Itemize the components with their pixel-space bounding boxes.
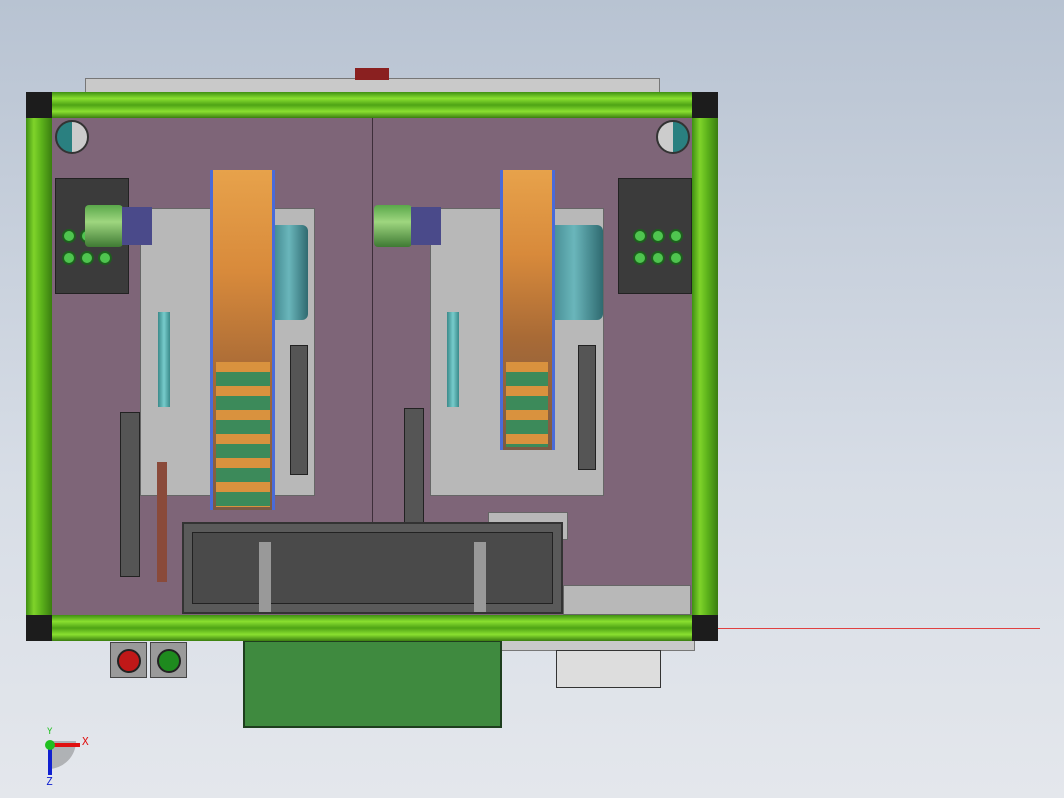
frame-left [26, 92, 52, 641]
x-axis-arrow [52, 743, 80, 747]
frame-corner [692, 92, 718, 118]
frame-corner [692, 615, 718, 641]
left-rail [120, 412, 140, 577]
right-tape-strip [506, 362, 548, 447]
frame-top [26, 92, 718, 118]
y-axis-label: Y [47, 727, 53, 737]
left-motor [85, 205, 123, 247]
right-gearbox [411, 207, 441, 245]
x-axis-label: X [82, 735, 89, 748]
red-reference-line [718, 628, 1040, 629]
fan-icon [656, 120, 690, 154]
z-axis-label: Z [46, 775, 53, 788]
z-axis-arrow [48, 747, 52, 775]
valve-bank-right [618, 178, 692, 294]
right-guide [578, 345, 596, 470]
left-guide [290, 345, 308, 475]
stop-button[interactable] [110, 642, 147, 678]
left-drum [270, 225, 308, 320]
panel-divider [372, 118, 373, 523]
left-slider [157, 462, 167, 582]
frame-right [692, 92, 718, 641]
left-cylinder [158, 312, 170, 407]
electrical-box [243, 640, 502, 728]
right-rail [404, 408, 424, 523]
right-connector-box [556, 650, 661, 688]
frame-corner [26, 92, 52, 118]
left-gearbox [122, 207, 152, 245]
top-handle [355, 68, 389, 80]
right-motor [374, 205, 412, 247]
right-cylinder [447, 312, 459, 407]
fan-icon [55, 120, 89, 154]
y-axis-dot [45, 740, 55, 750]
lower-frame-plate [563, 585, 691, 615]
frame-corner [26, 615, 52, 641]
view-triad: X Y Z [30, 725, 110, 795]
collection-tray [182, 522, 563, 614]
start-button[interactable] [150, 642, 187, 678]
frame-bottom [26, 615, 718, 641]
left-tape-strip [216, 362, 270, 507]
